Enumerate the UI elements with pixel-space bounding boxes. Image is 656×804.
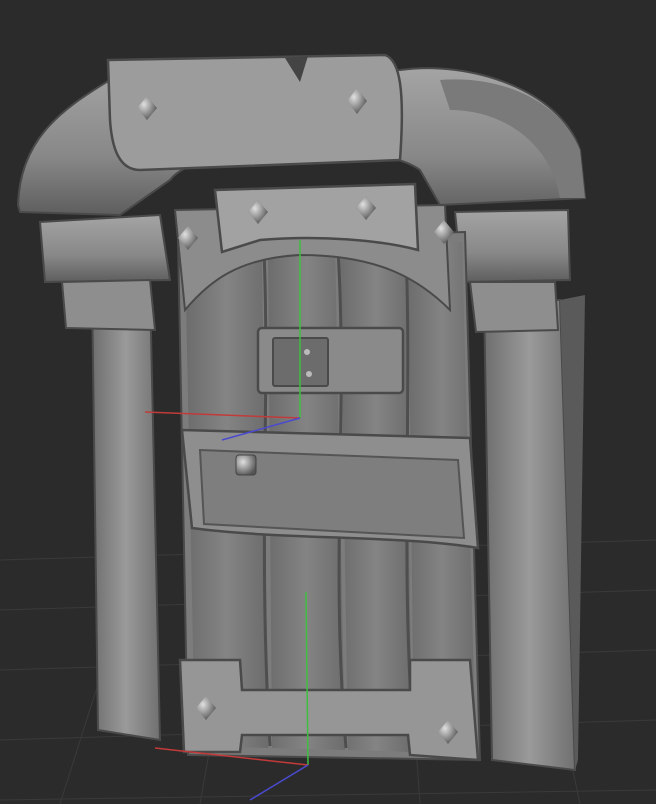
- 3d-viewport[interactable]: [0, 0, 656, 804]
- middle-strap: [180, 428, 480, 550]
- bolt-icon: [235, 454, 257, 476]
- lock-plate: [256, 326, 405, 395]
